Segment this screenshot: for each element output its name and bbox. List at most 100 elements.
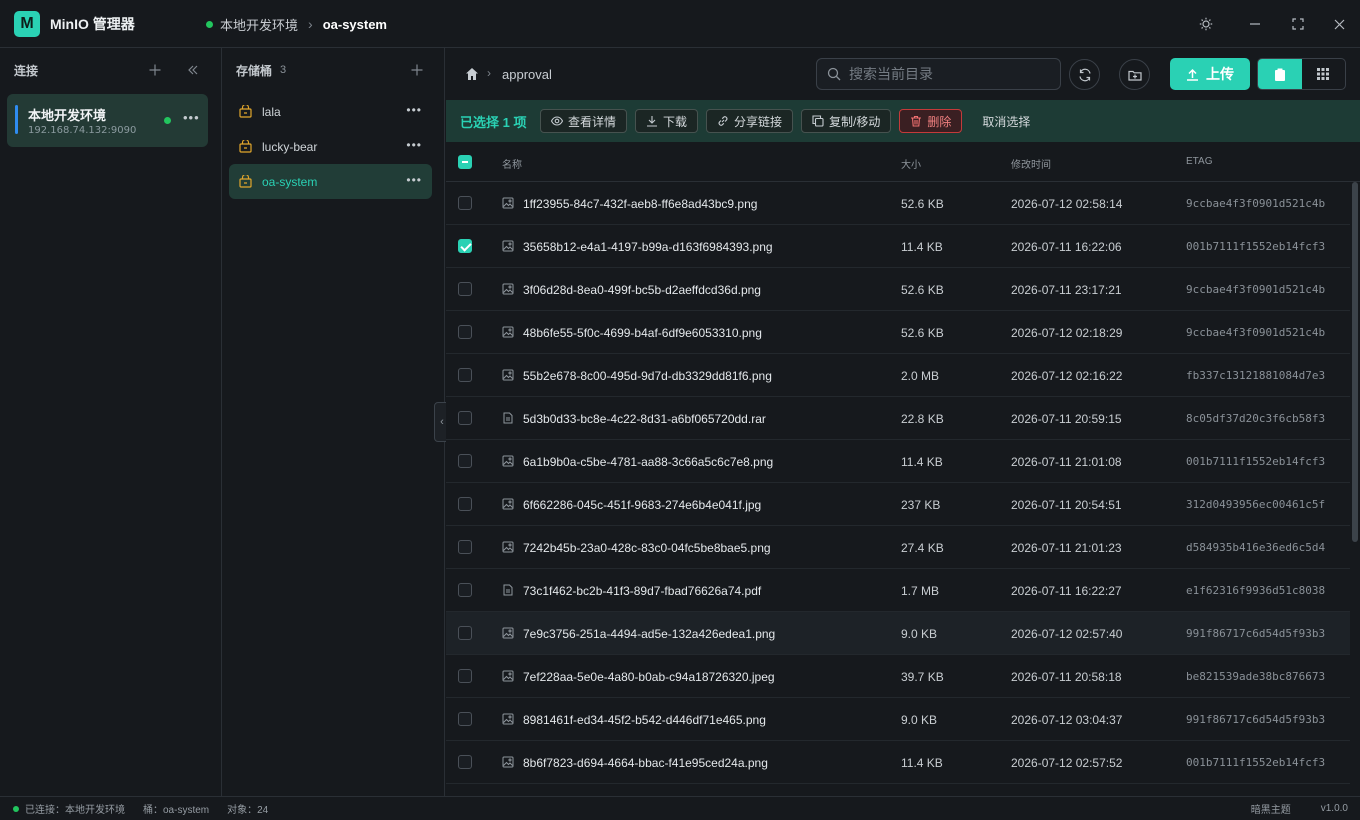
- connection-more-button[interactable]: •••: [183, 110, 200, 125]
- file-name[interactable]: 7e9c3756-251a-4494-ad5e-132a426edea1.png: [523, 627, 775, 641]
- file-name[interactable]: 73c1f462-bc2b-41f3-89d7-fbad76626a74.pdf: [523, 584, 761, 598]
- row-checkbox[interactable]: [458, 626, 472, 640]
- bucket-more-button[interactable]: •••: [406, 138, 422, 152]
- bucket-item-lala[interactable]: lala •••: [229, 94, 432, 129]
- cancel-selection-button[interactable]: 取消选择: [982, 113, 1030, 130]
- row-checkbox[interactable]: [458, 196, 472, 210]
- file-modified: 2026-07-11 20:58:18: [1011, 670, 1122, 684]
- grid-icon: [1317, 68, 1330, 80]
- theme-toggle-button[interactable]: [1186, 0, 1226, 48]
- file-name[interactable]: 1ff23955-84c7-432f-aeb8-ff6e8ad43bc9.png: [523, 197, 757, 211]
- row-checkbox[interactable]: [458, 755, 472, 769]
- image-file-icon: [502, 369, 514, 381]
- table-row[interactable]: 73c1f462-bc2b-41f3-89d7-fbad76626a74.pdf…: [446, 569, 1350, 612]
- new-folder-button[interactable]: [1119, 59, 1150, 90]
- table-row[interactable]: 7ef228aa-5e0e-4a80-b0ab-c94a18726320.jpe…: [446, 655, 1350, 698]
- bucket-item-lucky-bear[interactable]: lucky-bear •••: [229, 129, 432, 164]
- bucket-more-button[interactable]: •••: [406, 103, 422, 117]
- table-row[interactable]: 1ff23955-84c7-432f-aeb8-ff6e8ad43bc9.png…: [446, 182, 1350, 225]
- table-row[interactable]: 3f06d28d-8ea0-499f-bc5b-d2aeffdcd36d.png…: [446, 268, 1350, 311]
- copy-move-button[interactable]: 复制/移动: [801, 109, 892, 133]
- image-file-icon: [502, 498, 514, 510]
- close-window-button[interactable]: [1319, 0, 1359, 48]
- file-name[interactable]: 8981461f-ed34-45f2-b542-d446df71e465.png: [523, 713, 766, 727]
- table-row[interactable]: 48b6fe55-5f0c-4699-b4af-6df9e6053310.png…: [446, 311, 1350, 354]
- file-name[interactable]: 7242b45b-23a0-428c-83c0-04fc5be8bae5.png: [523, 541, 771, 555]
- title-bar: M MinIO 管理器 本地开发环境 › oa-system: [0, 0, 1360, 48]
- sun-icon: [1199, 17, 1213, 31]
- add-connection-button[interactable]: [143, 58, 167, 82]
- column-name[interactable]: 名称: [502, 156, 522, 171]
- file-name[interactable]: 3f06d28d-8ea0-499f-bc5b-d2aeffdcd36d.png: [523, 283, 761, 297]
- buckets-title: 存储桶: [236, 63, 273, 78]
- file-name[interactable]: 8b6f7823-d694-4664-bbac-f41e95ced24a.png: [523, 756, 768, 770]
- file-etag: 991f86717c6d54d5f93b3: [1186, 713, 1326, 726]
- table-row[interactable]: 8b6f7823-d694-4664-bbac-f41e95ced24a.png…: [446, 741, 1350, 784]
- theme-label[interactable]: 暗黑主题: [1251, 801, 1291, 816]
- file-size: 11.4 KB: [901, 455, 943, 469]
- current-path[interactable]: approval: [502, 67, 552, 82]
- select-all-checkbox[interactable]: [458, 155, 472, 169]
- delete-button[interactable]: 删除: [899, 109, 963, 133]
- file-name[interactable]: 6a1b9b0a-c5be-4781-aa88-3c66a5c6c7e8.png: [523, 455, 773, 469]
- add-bucket-button[interactable]: [405, 58, 429, 82]
- row-checkbox[interactable]: [458, 239, 472, 253]
- breadcrumb-connection[interactable]: 本地开发环境: [220, 15, 298, 34]
- home-icon[interactable]: [465, 67, 479, 81]
- download-button[interactable]: 下载: [635, 109, 699, 133]
- row-checkbox[interactable]: [458, 712, 472, 726]
- chevron-right-icon: ›: [487, 66, 491, 80]
- file-name[interactable]: 7ef228aa-5e0e-4a80-b0ab-c94a18726320.jpe…: [523, 670, 775, 684]
- table-row[interactable]: 55b2e678-8c00-495d-9d7d-db3329dd81f6.png…: [446, 354, 1350, 397]
- row-checkbox[interactable]: [458, 669, 472, 683]
- column-etag[interactable]: ETAG: [1186, 156, 1212, 167]
- table-row[interactable]: 7e9c3756-251a-4494-ad5e-132a426edea1.png…: [446, 612, 1350, 655]
- file-name[interactable]: 6f662286-045c-451f-9683-274e6b4e041f.jpg: [523, 498, 761, 512]
- copy-icon: [812, 115, 824, 127]
- row-checkbox[interactable]: [458, 368, 472, 382]
- column-modified[interactable]: 修改时间: [1011, 156, 1051, 171]
- row-checkbox[interactable]: [458, 282, 472, 296]
- bucket-more-button[interactable]: •••: [406, 173, 422, 187]
- table-row[interactable]: 5d3b0d33-bc8e-4c22-8d31-a6bf065720dd.rar…: [446, 397, 1350, 440]
- minimize-button[interactable]: [1235, 0, 1275, 48]
- bucket-name: oa-system: [262, 174, 318, 189]
- grid-view-button[interactable]: [1302, 59, 1346, 89]
- bucket-item-oa-system[interactable]: oa-system •••: [229, 164, 432, 199]
- file-etag: be821539ade38bc876673: [1186, 670, 1326, 683]
- status-bucket: 桶：oa-system: [143, 805, 210, 816]
- minimize-icon: [1250, 23, 1260, 25]
- row-checkbox[interactable]: [458, 583, 472, 597]
- row-checkbox[interactable]: [458, 454, 472, 468]
- image-file-icon: [502, 627, 514, 639]
- collapse-connections-button[interactable]: [181, 58, 205, 82]
- file-etag: 9ccbae4f3f0901d521c4b: [1186, 283, 1326, 296]
- file-name[interactable]: 5d3b0d33-bc8e-4c22-8d31-a6bf065720dd.rar: [523, 412, 766, 426]
- table-row[interactable]: 35658b12-e4a1-4197-b99a-d163f6984393.png…: [446, 225, 1350, 268]
- file-name[interactable]: 48b6fe55-5f0c-4699-b4af-6df9e6053310.png: [523, 326, 762, 340]
- search-input[interactable]: [849, 66, 1049, 82]
- list-view-button[interactable]: [1258, 59, 1302, 89]
- share-link-label: 分享链接: [734, 114, 783, 129]
- upload-button[interactable]: 上传: [1170, 58, 1250, 90]
- column-size[interactable]: 大小: [901, 156, 921, 171]
- row-checkbox[interactable]: [458, 411, 472, 425]
- table-row[interactable]: 6f662286-045c-451f-9683-274e6b4e041f.jpg…: [446, 483, 1350, 526]
- file-size: 52.6 KB: [901, 283, 944, 297]
- row-checkbox[interactable]: [458, 540, 472, 554]
- image-file-icon: [502, 541, 514, 553]
- table-row[interactable]: 7242b45b-23a0-428c-83c0-04fc5be8bae5.png…: [446, 526, 1350, 569]
- connection-item[interactable]: 本地开发环境 192.168.74.132:9090 •••: [7, 94, 208, 147]
- file-name[interactable]: 55b2e678-8c00-495d-9d7d-db3329dd81f6.png: [523, 369, 772, 383]
- file-name[interactable]: 35658b12-e4a1-4197-b99a-d163f6984393.png: [523, 240, 773, 254]
- table-row[interactable]: 8981461f-ed34-45f2-b542-d446df71e465.png…: [446, 698, 1350, 741]
- maximize-button[interactable]: [1278, 0, 1318, 48]
- row-checkbox[interactable]: [458, 325, 472, 339]
- row-checkbox[interactable]: [458, 497, 472, 511]
- share-link-button[interactable]: 分享链接: [706, 109, 794, 133]
- refresh-button[interactable]: [1069, 59, 1100, 90]
- table-row[interactable]: 6a1b9b0a-c5be-4781-aa88-3c66a5c6c7e8.png…: [446, 440, 1350, 483]
- connection-status-dot: [206, 20, 213, 28]
- scrollbar[interactable]: [1352, 182, 1358, 542]
- view-details-button[interactable]: 查看详情: [540, 109, 628, 133]
